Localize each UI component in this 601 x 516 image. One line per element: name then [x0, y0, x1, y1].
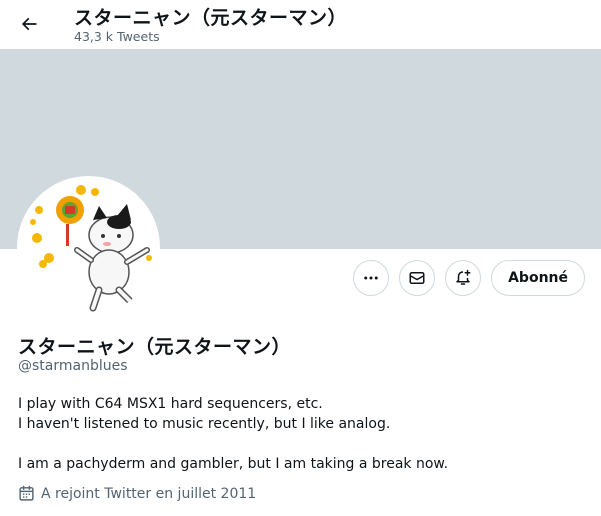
calendar-icon	[19, 485, 34, 501]
more-dots-icon	[364, 276, 378, 280]
bio-line	[18, 434, 448, 454]
top-bar: スターニャン（元スターマン） 43,3 k Tweets	[0, 0, 601, 49]
join-date-text: A rejoint Twitter en juillet 2011	[41, 485, 257, 502]
avatar-cat-image	[21, 180, 156, 315]
following-button[interactable]: Abonné	[491, 260, 585, 296]
tweet-count: 43,3 k Tweets	[74, 29, 160, 44]
bell-plus-icon	[456, 269, 471, 285]
join-date: A rejoint Twitter en juillet 2011	[18, 485, 256, 502]
profile-bio: I play with C64 MSX1 hard sequencers, et…	[18, 394, 448, 474]
message-button[interactable]	[399, 260, 436, 296]
profile-actions: Abonné	[353, 260, 585, 296]
bio-line: I am a pachyderm and gambler, but I am t…	[18, 456, 449, 472]
profile-name: スターニャン（元スターマン）	[18, 336, 292, 358]
notifications-button[interactable]	[445, 260, 482, 296]
back-button[interactable]	[12, 7, 46, 41]
profile-handle: @starmanblues	[18, 358, 128, 374]
envelope-icon	[409, 272, 425, 284]
arrow-left-icon	[21, 17, 37, 31]
header-profile-name: スターニャン（元スターマン）	[74, 7, 348, 29]
bio-line: I haven't listened to music recently, bu…	[18, 416, 391, 432]
more-button[interactable]	[353, 260, 390, 296]
avatar[interactable]	[17, 176, 160, 319]
bio-line: I play with C64 MSX1 hard sequencers, et…	[18, 396, 323, 412]
